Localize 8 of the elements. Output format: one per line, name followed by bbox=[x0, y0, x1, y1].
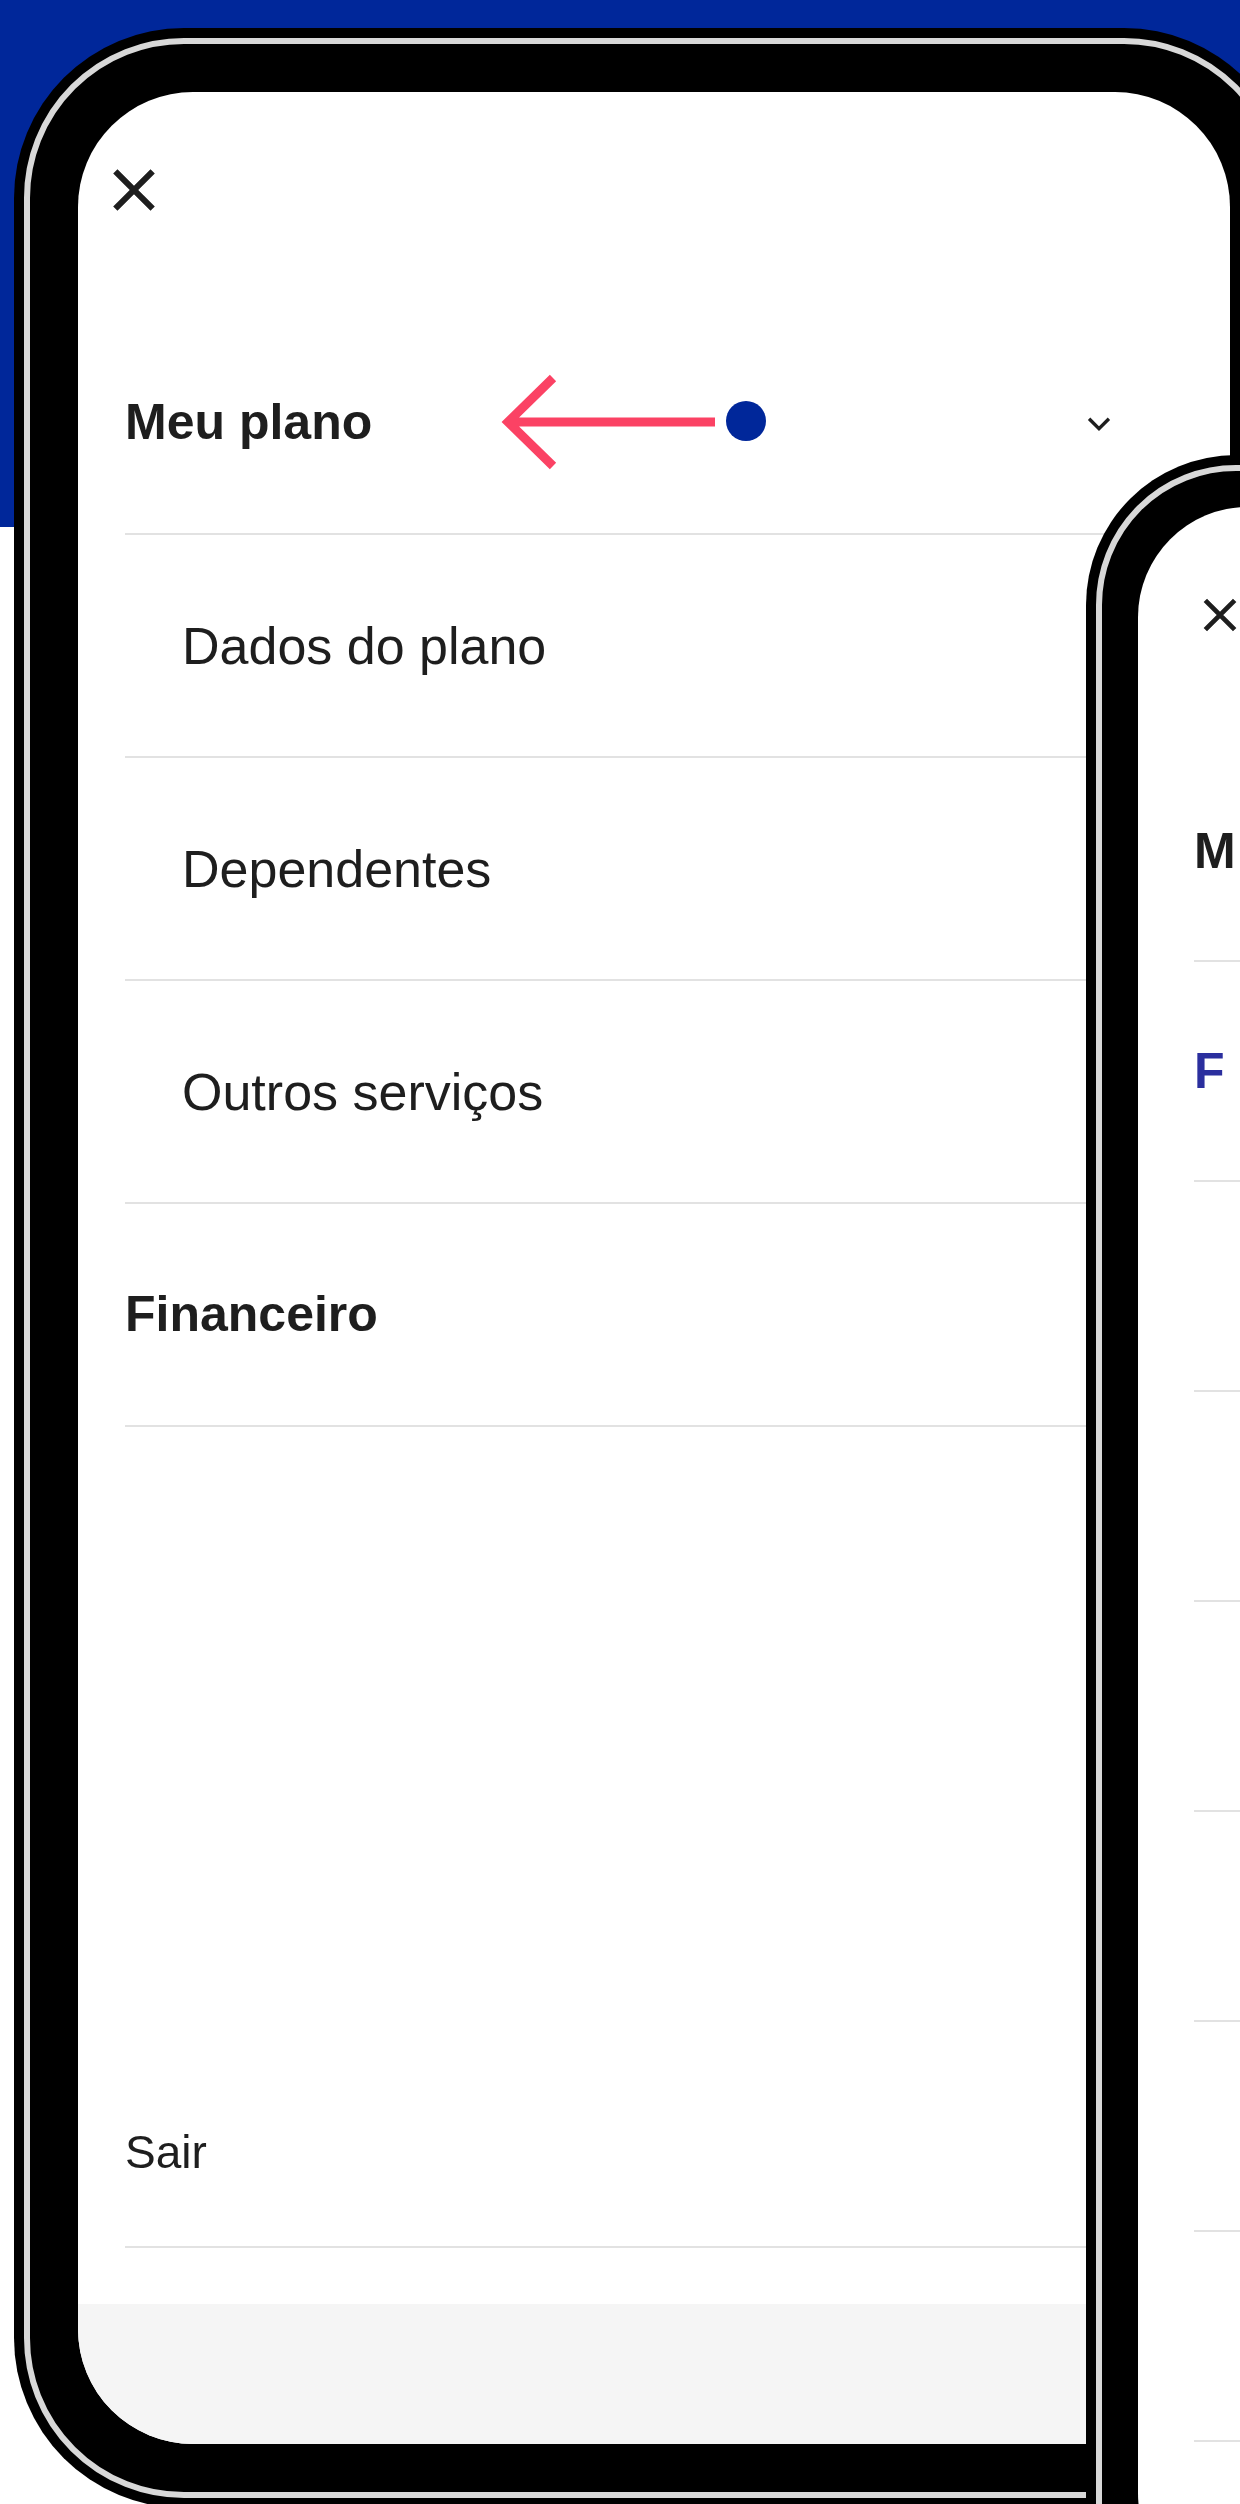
menu-section-title[interactable]: F bbox=[1194, 1033, 1225, 1109]
menu-item[interactable]: Dependentes bbox=[182, 829, 492, 908]
menu-item[interactable]: Dados do plano bbox=[182, 606, 547, 685]
menu-section-title[interactable]: Meu plano bbox=[125, 385, 373, 460]
menu-item[interactable]: Outros serviços bbox=[182, 1052, 544, 1131]
menu-section-title[interactable]: Financeiro bbox=[125, 1277, 378, 1352]
menu-section-title[interactable]: M bbox=[1194, 813, 1236, 889]
logout-link[interactable]: Sair bbox=[125, 2117, 207, 2187]
